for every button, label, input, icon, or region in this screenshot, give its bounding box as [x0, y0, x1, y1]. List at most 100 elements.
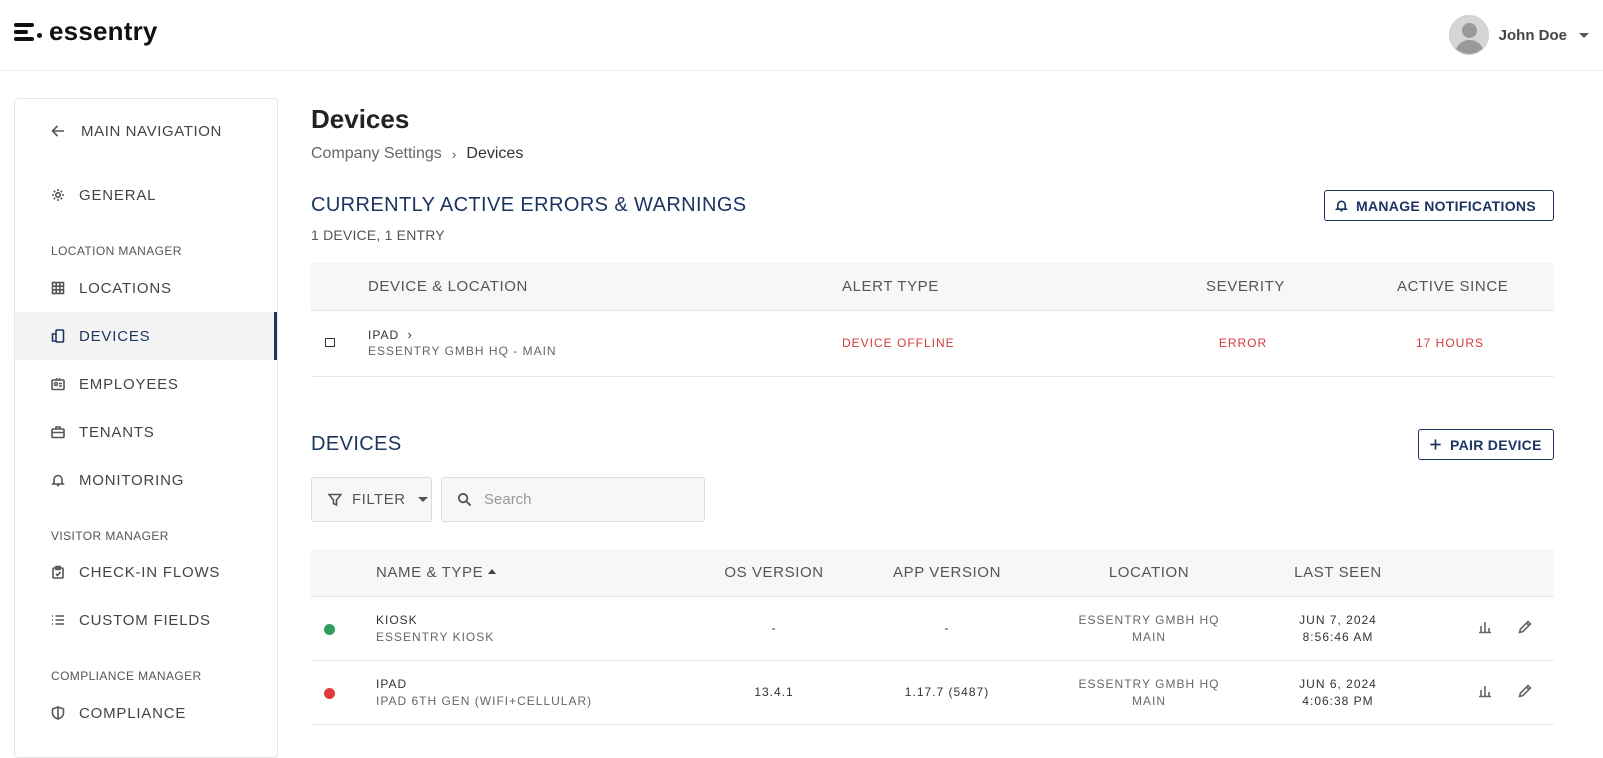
alerts-table-header: DEVICE & LOCATION ALERT TYPE SEVERITY AC…	[311, 263, 1554, 311]
sidebar-item-label: MONITORING	[79, 471, 185, 489]
filter-icon	[328, 493, 342, 506]
bell-icon	[51, 473, 65, 487]
briefcase-icon	[51, 425, 65, 439]
device-location-line2: MAIN	[1131, 630, 1166, 644]
stats-icon[interactable]	[1477, 683, 1493, 699]
devices-icon	[51, 329, 65, 343]
sidebar-item-compliance[interactable]: COMPLIANCE	[15, 689, 277, 737]
filter-button[interactable]: FILTER	[311, 477, 432, 522]
device-location-line1: ESSENTRY GMBH HQ	[1078, 613, 1220, 627]
alert-type: DEVICE OFFLINE	[842, 336, 955, 350]
manage-notifications-label: MANAGE NOTIFICATIONS	[1356, 197, 1536, 214]
sidebar-item-employees[interactable]: EMPLOYEES	[15, 360, 277, 408]
col-app-version: APP VERSION	[892, 564, 1002, 581]
sidebar-item-tenants[interactable]: TENANTS	[15, 408, 277, 456]
filter-label: FILTER	[352, 491, 406, 508]
sidebar-item-devices[interactable]: DEVICES	[15, 312, 277, 360]
device-location-line1: ESSENTRY GMBH HQ	[1078, 677, 1220, 691]
pair-device-label: PAIR DEVICE	[1450, 436, 1542, 453]
logo-mark-icon	[14, 22, 36, 41]
main-navigation-label: MAIN NAVIGATION	[81, 122, 222, 140]
device-location-line2: MAIN	[1131, 694, 1166, 708]
edit-icon[interactable]	[1517, 619, 1533, 635]
section-location-manager: LOCATION MANAGER	[51, 244, 182, 258]
sidebar-item-label: COMPLIANCE	[79, 704, 187, 722]
gear-icon	[51, 188, 65, 202]
search-box[interactable]	[441, 477, 705, 522]
pair-device-button[interactable]: PAIR DEVICE	[1418, 429, 1554, 460]
device-last-seen-date: JUN 6, 2024	[1299, 677, 1377, 691]
id-badge-icon	[51, 377, 65, 391]
device-location: ESSENTRY GMBH HQ MAIN	[1079, 612, 1220, 646]
device-location: ESSENTRY GMBH HQ MAIN	[1079, 676, 1220, 710]
edit-icon[interactable]	[1517, 683, 1533, 699]
sidebar-item-label: EMPLOYEES	[79, 375, 179, 393]
stats-icon[interactable]	[1477, 619, 1493, 635]
alert-row[interactable]: IPAD › ESSENTRY GMBH HQ - MAIN DEVICE OF…	[311, 311, 1554, 377]
device-app-version: 1.17.7 (5487)	[904, 685, 990, 699]
devices-table-header: NAME & TYPE OS VERSION APP VERSION LOCAT…	[311, 549, 1554, 597]
avatar	[1448, 15, 1489, 55]
col-location: LOCATION	[1108, 564, 1190, 581]
device-os-version: 13.4.1	[754, 685, 794, 699]
logo-text: essentry	[49, 16, 158, 46]
alerts-summary: 1 DEVICE, 1 ENTRY	[311, 227, 445, 243]
device-last-seen-date: JUN 7, 2024	[1299, 613, 1377, 627]
manage-notifications-button[interactable]: MANAGE NOTIFICATIONS	[1324, 190, 1554, 221]
search-input[interactable]	[484, 491, 684, 508]
sidebar-item-general[interactable]: GENERAL	[15, 171, 277, 219]
devices-section-title: DEVICES	[311, 433, 402, 455]
alert-device-location: ESSENTRY GMBH HQ - MAIN	[368, 344, 557, 358]
page-title: Devices	[311, 104, 410, 134]
status-dot	[324, 624, 335, 635]
device-last-seen-time: 4:06:38 PM	[1302, 694, 1374, 708]
alert-device-name: IPAD	[368, 328, 400, 342]
main-navigation-back[interactable]: MAIN NAVIGATION	[15, 99, 277, 163]
alert-severity: ERROR	[1218, 336, 1268, 350]
top-bar: essentry John Doe	[0, 0, 1603, 71]
device-row-kiosk[interactable]: KIOSK ESSENTRY KIOSK - - ESSENTRY GMBH H…	[311, 597, 1554, 661]
chevron-down-icon	[1579, 32, 1589, 38]
sidebar-item-label: GENERAL	[79, 186, 157, 204]
sidebar: MAIN NAVIGATION GENERAL LOCATION MANAGER…	[14, 98, 278, 758]
chevron-down-icon	[417, 497, 428, 502]
sidebar-item-checkin-flows[interactable]: CHECK-IN FLOWS	[15, 548, 277, 596]
device-last-seen-time: 8:56:46 AM	[1302, 630, 1374, 644]
section-visitor-manager: VISITOR MANAGER	[51, 529, 169, 543]
search-icon	[457, 492, 472, 507]
device-name: IPAD	[376, 677, 408, 691]
section-compliance-manager: COMPLIANCE MANAGER	[51, 669, 202, 683]
col-device-location: DEVICE & LOCATION	[368, 278, 528, 295]
arrow-left-icon	[51, 124, 65, 138]
essentry-logo[interactable]: essentry	[14, 16, 158, 47]
sidebar-item-label: CHECK-IN FLOWS	[79, 563, 221, 581]
sidebar-item-locations[interactable]: LOCATIONS	[15, 264, 277, 312]
device-os-version: -	[771, 621, 777, 635]
col-name-type[interactable]: NAME & TYPE	[376, 564, 497, 581]
building-icon	[51, 281, 65, 295]
checkin-icon	[51, 565, 65, 579]
status-dot	[324, 688, 335, 699]
list-icon	[51, 613, 65, 627]
col-active-since: ACTIVE SINCE	[1397, 278, 1509, 295]
sidebar-item-label: DEVICES	[79, 327, 151, 345]
alert-row-checkbox[interactable]	[325, 338, 335, 347]
user-name: John Doe	[1498, 26, 1567, 44]
breadcrumb: Company Settings › Devices	[311, 145, 523, 163]
chevron-right-icon: ›	[407, 327, 413, 342]
device-last-seen: JUN 7, 2024 8:56:46 AM	[1299, 612, 1377, 646]
device-app-version: -	[944, 621, 950, 635]
device-type: ESSENTRY KIOSK	[376, 630, 495, 644]
col-severity: SEVERITY	[1206, 278, 1285, 295]
device-name: KIOSK	[376, 613, 418, 627]
sidebar-item-custom-fields[interactable]: CUSTOM FIELDS	[15, 596, 277, 644]
breadcrumb-company-settings[interactable]: Company Settings	[311, 145, 442, 163]
alert-device-link[interactable]: IPAD ›	[368, 327, 413, 342]
device-row-ipad[interactable]: IPAD IPAD 6TH GEN (WIFI+CELLULAR) 13.4.1…	[311, 661, 1554, 725]
col-name-type-label: NAME & TYPE	[376, 564, 484, 581]
bell-icon	[1335, 200, 1348, 212]
sort-ascending-icon	[488, 569, 497, 574]
sidebar-item-monitoring[interactable]: MONITORING	[15, 456, 277, 504]
user-menu[interactable]: John Doe	[1448, 15, 1589, 55]
breadcrumb-current: Devices	[466, 145, 524, 162]
